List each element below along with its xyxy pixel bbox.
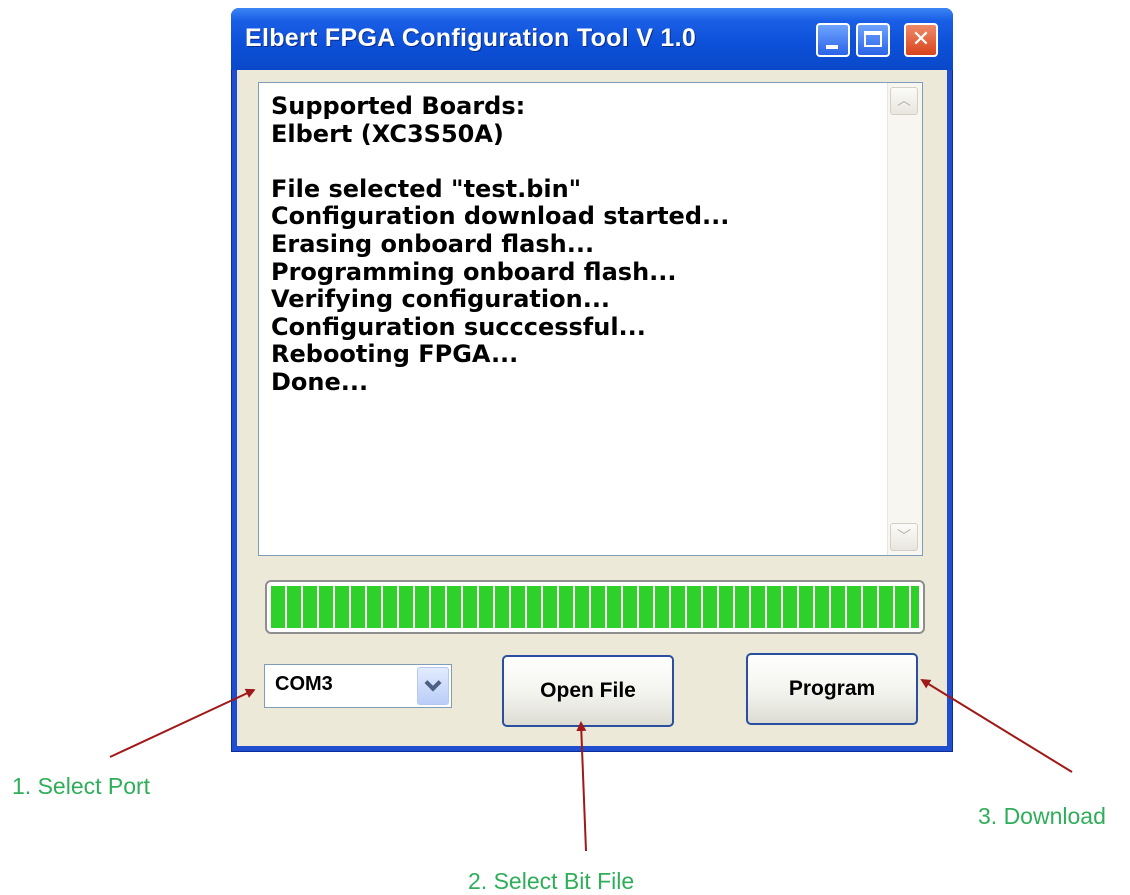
arrow-select-bit-file [576, 721, 587, 852]
arrow-select-port [109, 688, 256, 758]
annotation-arrows [109, 678, 1073, 852]
annotation-download: 3. Download [978, 803, 1106, 829]
annotation-select-bit-file: 2. Select Bit File [468, 868, 635, 894]
annotation-select-port: 1. Select Port [12, 773, 151, 799]
arrow-download [920, 678, 1073, 773]
